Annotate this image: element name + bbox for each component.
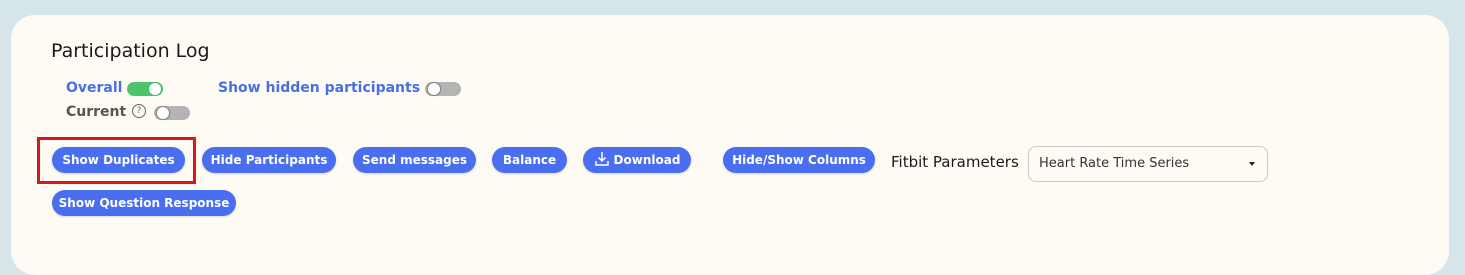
fitbit-parameters-select[interactable]: Heart Rate Time Series <box>1028 146 1268 182</box>
toggle-knob <box>149 83 161 95</box>
select-value: Heart Rate Time Series <box>1039 156 1190 171</box>
show-hidden-participants-toggle[interactable] <box>425 82 461 96</box>
show-hidden-participants-label: Show hidden participants <box>218 80 421 96</box>
download-button[interactable]: Download <box>583 147 691 173</box>
participation-log-card <box>11 15 1449 275</box>
fitbit-parameters-label: Fitbit Parameters <box>891 153 1019 171</box>
help-icon[interactable]: ? <box>132 104 146 118</box>
page-title: Participation Log <box>51 40 210 62</box>
overall-toggle[interactable] <box>127 82 163 96</box>
current-label: Current <box>66 104 127 120</box>
hide-participants-button[interactable]: Hide Participants <box>202 147 336 173</box>
current-toggle[interactable] <box>154 106 190 120</box>
overall-label: Overall <box>66 80 123 96</box>
balance-button[interactable]: Balance <box>492 147 567 173</box>
caret-down-icon <box>1249 162 1255 166</box>
toggle-knob <box>427 82 441 96</box>
hide-show-columns-button[interactable]: Hide/Show Columns <box>723 147 875 173</box>
show-question-response-button[interactable]: Show Question Response <box>52 190 236 216</box>
send-messages-button[interactable]: Send messages <box>353 147 476 173</box>
highlight-box <box>37 137 196 184</box>
download-label: Download <box>613 153 681 167</box>
download-icon <box>594 150 610 176</box>
toggle-knob <box>156 106 170 120</box>
